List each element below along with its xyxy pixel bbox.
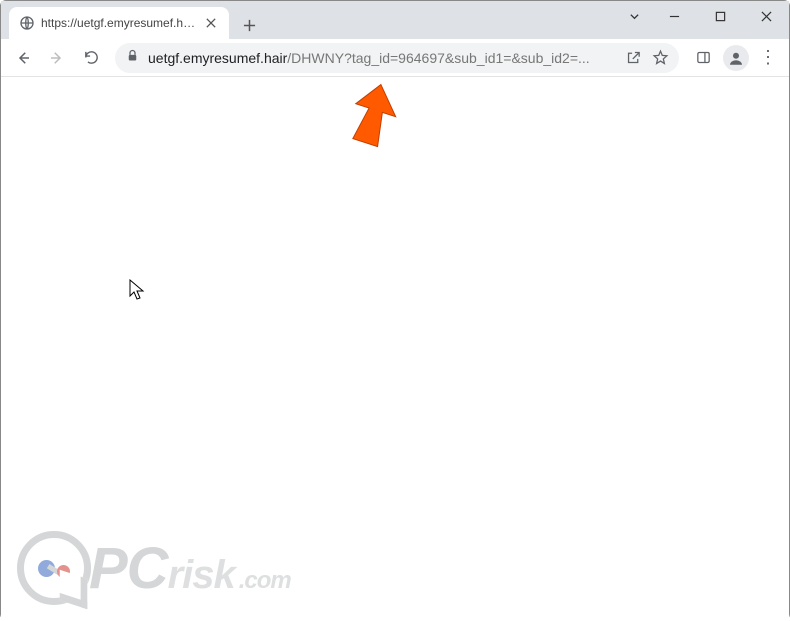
browser-toolbar: uetgf.emyresumef.hair/DHWNY?tag_id=96469…	[1, 39, 789, 77]
browser-menu-icon[interactable]: ⋮	[753, 42, 783, 74]
profile-avatar[interactable]	[723, 45, 749, 71]
side-panel-icon[interactable]	[687, 42, 719, 74]
minimize-button[interactable]	[651, 1, 697, 31]
url-path: /DHWNY?tag_id=964697&sub_id1=&sub_id2=..…	[287, 50, 589, 66]
tab-strip: https://uetgf.emyresumef.hair/DH	[1, 1, 617, 39]
watermark-brand-risk: risk	[168, 553, 235, 598]
url-host: uetgf.emyresumef.hair	[148, 50, 287, 66]
browser-tab[interactable]: https://uetgf.emyresumef.hair/DH	[9, 7, 229, 39]
watermark-logo: PCrisk.com	[17, 531, 291, 605]
bookmark-star-icon[interactable]	[652, 49, 669, 66]
share-icon[interactable]	[625, 49, 642, 66]
close-tab-icon[interactable]	[203, 15, 219, 31]
forward-button[interactable]	[41, 42, 73, 74]
reload-button[interactable]	[75, 42, 107, 74]
globe-icon	[19, 15, 35, 31]
lock-icon	[125, 48, 140, 68]
back-button[interactable]	[7, 42, 39, 74]
window-controls	[617, 1, 789, 31]
new-tab-button[interactable]	[235, 11, 263, 39]
watermark-bubble-icon	[17, 531, 91, 605]
chevron-down-icon[interactable]	[617, 1, 651, 31]
watermark-brand-pc: PC	[89, 535, 168, 602]
close-window-button[interactable]	[743, 1, 789, 31]
url-text: uetgf.emyresumef.hair/DHWNY?tag_id=96469…	[148, 50, 617, 66]
omnibox-actions	[625, 49, 669, 66]
window-titlebar: https://uetgf.emyresumef.hair/DH	[1, 1, 789, 39]
watermark-brand-com: .com	[239, 567, 291, 595]
tab-title: https://uetgf.emyresumef.hair/DH	[41, 16, 197, 30]
address-bar[interactable]: uetgf.emyresumef.hair/DHWNY?tag_id=96469…	[115, 43, 679, 73]
maximize-button[interactable]	[697, 1, 743, 31]
watermark-text: PCrisk.com	[89, 535, 291, 602]
